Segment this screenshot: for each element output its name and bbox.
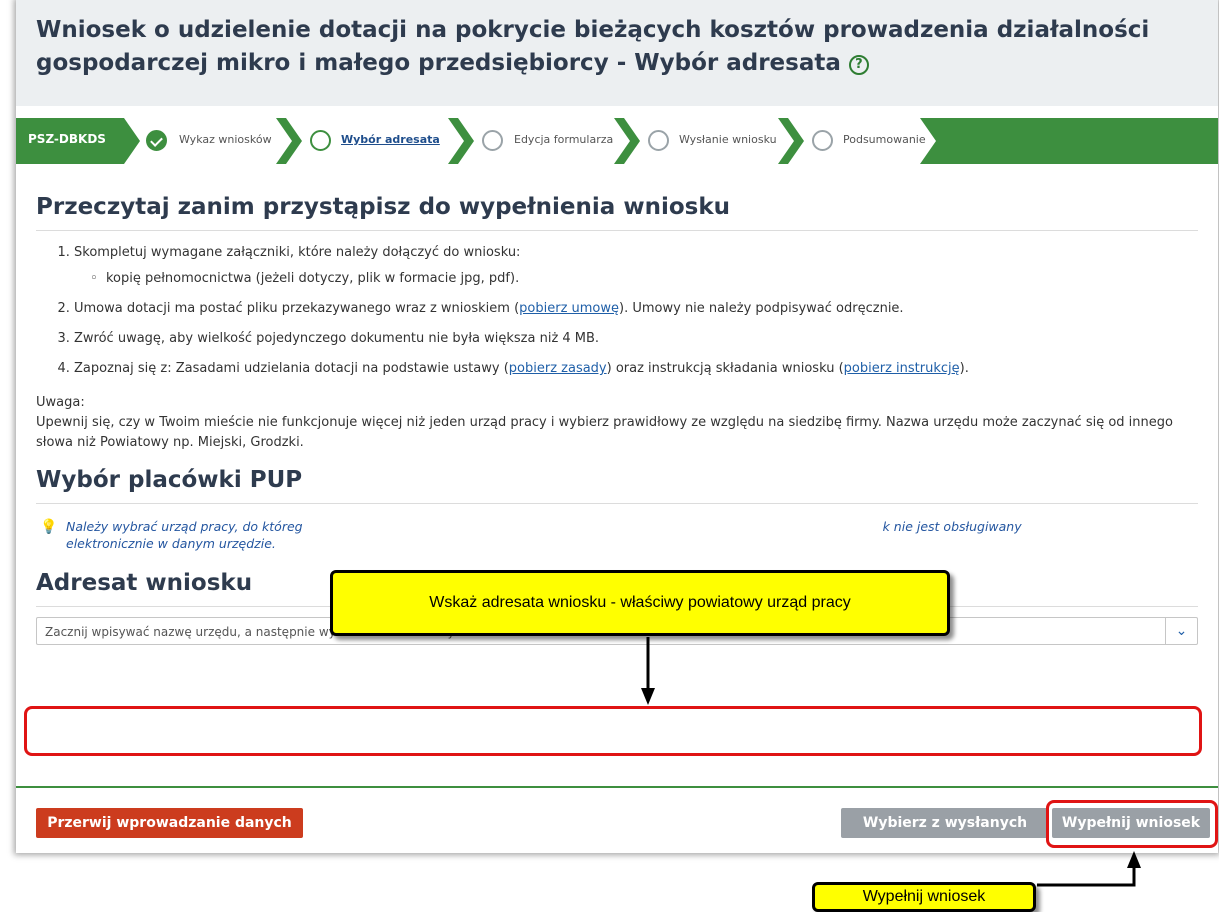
- list-item: Zwróć uwagę, aby wielkość pojedynczego d…: [74, 329, 1198, 349]
- step-label: Podsumowanie: [843, 133, 926, 146]
- note-text: Upewnij się, czy w Twoim mieście nie fun…: [36, 415, 1173, 450]
- footer-divider: [16, 786, 1218, 788]
- hint-text: elektronicznie w danym urzędzie.: [66, 536, 276, 551]
- pending-step-icon: [482, 130, 503, 151]
- download-instructions-link[interactable]: pobierz instrukcję: [844, 361, 960, 376]
- select-highlight-box: [24, 706, 1202, 756]
- chevron-down-icon[interactable]: ⌄: [1165, 618, 1197, 644]
- instruction-text: Zwróć uwagę, aby wielkość pojedynczego d…: [74, 331, 600, 346]
- choose-from-sent-button[interactable]: Wybierz z wysłanych: [841, 808, 1049, 838]
- read-before-heading: Przeczytaj zanim przystąpisz do wypełnie…: [36, 194, 1198, 231]
- step-edycja-formularza: Edycja formularza: [458, 118, 630, 164]
- step-progress-bar: PSZ-DBKDS Wykaz wniosków Wybór adresata …: [16, 118, 1218, 164]
- step-label: Wysłanie wniosku: [679, 133, 777, 146]
- sub-item: ◦ kopię pełnomocnictwa (jeżeli dotyczy, …: [90, 271, 520, 286]
- page-title: Wniosek o udzielenie dotacji na pokrycie…: [36, 17, 1150, 76]
- instruction-callout-bottom: Wypełnij wniosek: [812, 882, 1036, 912]
- step-label: Wykaz wniosków: [179, 133, 272, 146]
- instruction-text: Zapoznaj się z: Zasadami udzielania dota…: [74, 361, 509, 376]
- help-icon[interactable]: ?: [848, 55, 869, 75]
- instruction-text: ) oraz instrukcją składania wniosku (: [606, 361, 844, 376]
- list-item: Zapoznaj się z: Zasadami udzielania dota…: [74, 359, 1198, 379]
- arrow-head-icon: [1127, 851, 1141, 868]
- pending-step-icon: [812, 130, 833, 151]
- warning-note: Uwaga: Upewnij się, czy w Twoim mieście …: [36, 393, 1198, 453]
- hint-text: Należy wybrać urząd pracy, do któreg: [66, 519, 303, 534]
- arrow-to-fill-button: [1037, 866, 1136, 887]
- hint-text: k nie jest obsługiwany: [882, 519, 1022, 534]
- instruction-text: ).: [959, 361, 969, 376]
- download-agreement-link[interactable]: pobierz umowę: [519, 301, 619, 316]
- step-label: Wybór adresata: [341, 133, 440, 146]
- step-podsumowanie: Podsumowanie: [788, 118, 936, 164]
- instructions-list: Skompletuj wymagane załączniki, które na…: [74, 243, 1198, 379]
- fill-button-highlight-box: [1046, 800, 1218, 848]
- page-header: Wniosek o udzielenie dotacji na pokrycie…: [16, 0, 1218, 106]
- list-item: Skompletuj wymagane załączniki, które na…: [74, 243, 1198, 289]
- pup-office-heading: Wybór placówki PUP: [36, 467, 1198, 504]
- download-rules-link[interactable]: pobierz zasady: [509, 361, 607, 376]
- lightbulb-icon: 💡: [40, 519, 58, 535]
- cancel-entry-button[interactable]: Przerwij wprowadzanie danych: [36, 808, 303, 838]
- sub-item-text: kopię pełnomocnictwa (jeżeli dotyczy, pl…: [105, 271, 520, 286]
- step-label: Edycja formularza: [514, 133, 614, 146]
- pending-step-icon: [648, 130, 669, 151]
- instruction-text: ). Umowy nie należy podpisywać odręcznie…: [619, 301, 904, 316]
- note-label: Uwaga:: [36, 395, 85, 410]
- list-item: Umowa dotacji ma postać pliku przekazywa…: [74, 299, 1198, 319]
- step-wybor-adresata[interactable]: Wybór adresata: [286, 118, 464, 164]
- instruction-callout-top: Wskaż adresata wniosku - właściwy powiat…: [330, 570, 950, 636]
- instruction-text: Skompletuj wymagane załączniki, które na…: [74, 245, 521, 260]
- form-code-tag: PSZ-DBKDS: [28, 132, 106, 146]
- check-icon: [146, 130, 167, 151]
- instruction-text: Umowa dotacji ma postać pliku przekazywa…: [74, 301, 520, 316]
- step-wyslanie-wniosku: Wysłanie wniosku: [624, 118, 794, 164]
- step-wykaz-wnioskow[interactable]: Wykaz wniosków: [124, 118, 292, 164]
- current-step-icon: [310, 130, 331, 151]
- office-hint: 💡 Należy wybrać urząd pracy, do któreg k …: [36, 518, 1156, 552]
